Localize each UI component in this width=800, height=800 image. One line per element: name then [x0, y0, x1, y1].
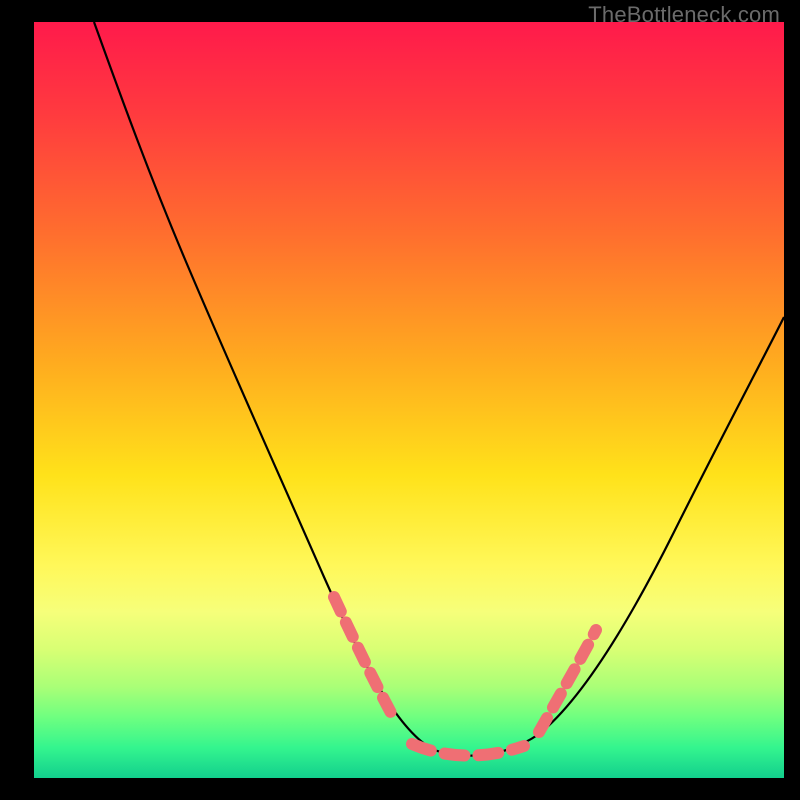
curve-path [94, 22, 784, 756]
chart-frame: TheBottleneck.com [0, 0, 800, 800]
watermark-text: TheBottleneck.com [588, 2, 780, 28]
highlight-floor [412, 744, 524, 756]
highlight-left [334, 597, 396, 722]
bottleneck-curve [34, 22, 784, 778]
plot-area [34, 22, 784, 778]
highlight-right [539, 630, 596, 732]
